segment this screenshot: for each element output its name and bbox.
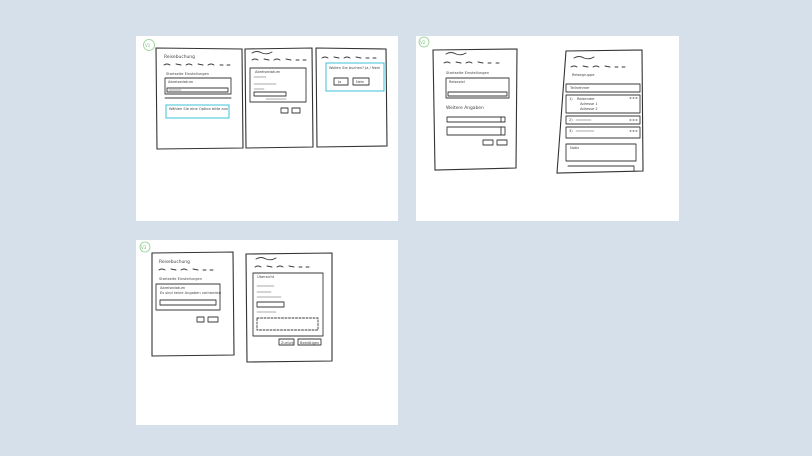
list-item-number: 3) bbox=[569, 129, 573, 133]
yes-button-label: Ja bbox=[337, 80, 341, 84]
screen-subtitle: Startseite Einstellungen bbox=[159, 277, 202, 281]
phone-screen-2: Übersicht Zurück Bestätigen bbox=[245, 252, 333, 363]
next-button[interactable] bbox=[496, 139, 508, 146]
list-item-number: 2) bbox=[569, 118, 573, 122]
notes-label: Notiz bbox=[570, 146, 579, 150]
phone-screen-2: Abreisedatum bbox=[244, 47, 314, 149]
screen-title: Reisebuchung bbox=[159, 259, 190, 265]
list-subitem: Adresse 1 bbox=[580, 102, 598, 106]
list-item-label: Reisender bbox=[577, 97, 595, 101]
back-button-label: Zurück bbox=[281, 341, 294, 345]
next-button[interactable] bbox=[207, 316, 219, 323]
nav-buttons[interactable] bbox=[280, 107, 301, 114]
list-subitem: Adresse 2 bbox=[580, 107, 598, 111]
sketch-board-3: V3 Reisebuchung Startseite Einstellungen… bbox=[136, 240, 398, 425]
sketch-board-3-drawing: V3 Reisebuchung Startseite Einstellungen… bbox=[139, 241, 333, 363]
version-badge-label: V2 bbox=[420, 40, 426, 45]
list-item-3[interactable] bbox=[565, 126, 641, 139]
version-badge-label: V3 bbox=[141, 245, 147, 250]
screen-subtitle: Startseite Einstellungen bbox=[166, 72, 209, 76]
field-label: Abreisedatum bbox=[160, 286, 186, 290]
screen-title: Reisegruppe bbox=[572, 73, 595, 77]
list-item-number: 1) bbox=[569, 97, 573, 101]
version-badge-label: V1 bbox=[145, 43, 151, 48]
phone-screen-1: Reisebuchung Startseite Einstellungen Ab… bbox=[151, 251, 235, 357]
phone-screen-2: Reisegruppe Teilnehmer 1) Reisender Adre… bbox=[556, 49, 644, 174]
phone-screen-1: Startseite Einstellungen Reiseziel Weite… bbox=[432, 48, 518, 171]
sketch-board-1-drawing: V1 Reisebuchung Startseite Einstellungen… bbox=[143, 39, 388, 150]
sketch-board-1: V1 Reisebuchung Startseite Einstellungen… bbox=[136, 36, 398, 221]
section-heading: Weitere Angaben bbox=[446, 105, 484, 111]
field-label: Abreisedatum bbox=[168, 80, 194, 84]
list-header: Teilnehmer bbox=[569, 86, 590, 90]
sketch-board-2: V2 Startseite Einstellungen Reiseziel We… bbox=[416, 36, 679, 221]
back-button[interactable] bbox=[196, 316, 205, 323]
phone-screen-3: Wollen Sie buchen? Ja / Nein Ja Nein bbox=[315, 47, 388, 148]
screen-title: Abreisedatum bbox=[255, 70, 281, 74]
field-label: Reiseziel bbox=[449, 80, 465, 84]
info-note-text: Wählen Sie eine Option bitte aus bbox=[169, 107, 228, 111]
sketch-board-2-drawing: V2 Startseite Einstellungen Reiseziel We… bbox=[418, 36, 644, 174]
confirm-button-label: Bestätigen bbox=[300, 341, 319, 345]
screen-title: Übersicht bbox=[257, 274, 275, 279]
confirm-question: Wollen Sie buchen? Ja / Nein bbox=[329, 66, 380, 70]
back-button[interactable] bbox=[482, 139, 494, 146]
screen-subtitle: Startseite Einstellungen bbox=[446, 71, 489, 75]
no-button-label: Nein bbox=[356, 80, 364, 84]
screen-title: Reisebuchung bbox=[164, 54, 195, 60]
helper-text: Es sind keine Angaben vorhanden bbox=[160, 291, 221, 295]
phone-screen-1: Reisebuchung Startseite Einstellungen Ab… bbox=[155, 47, 244, 150]
